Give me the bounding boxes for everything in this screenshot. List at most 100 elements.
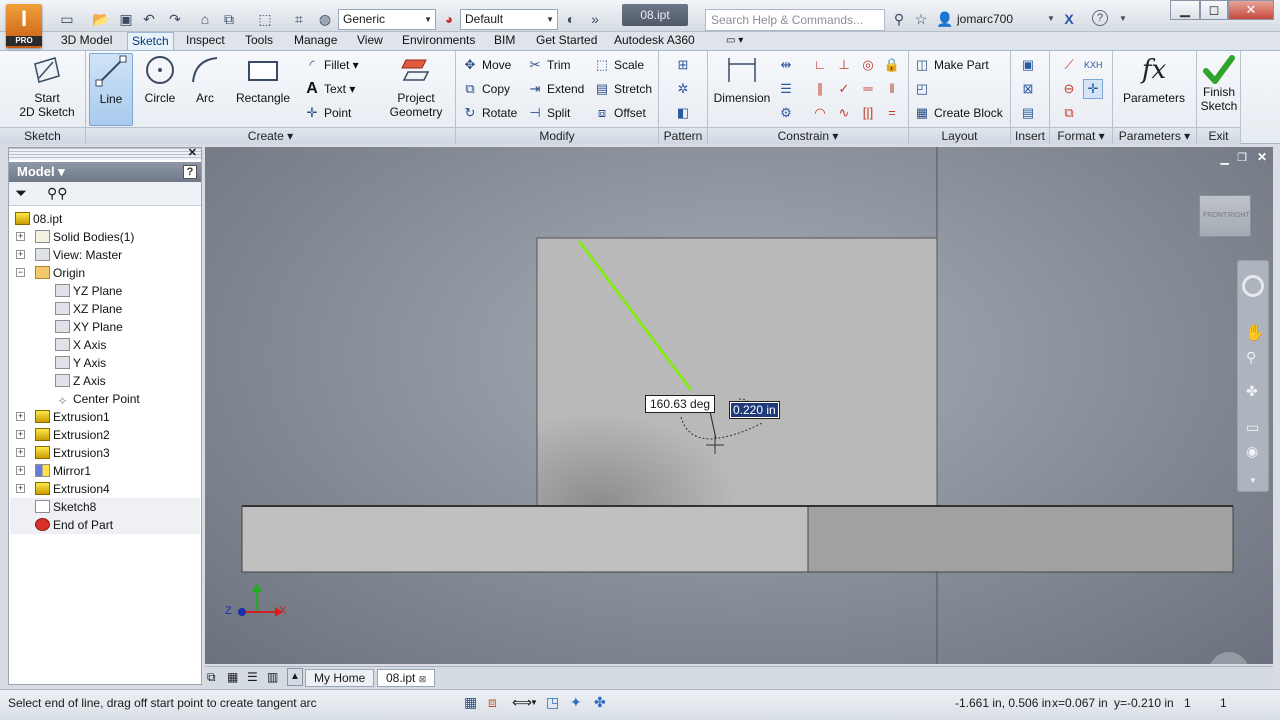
tab-environments[interactable]: Environments: [398, 32, 479, 50]
angle-dimension-field[interactable]: 160.63 deg: [645, 395, 716, 413]
panel-title-format[interactable]: Format ▾: [1050, 127, 1112, 144]
tile-windows-icon[interactable]: ⧉: [207, 670, 216, 685]
smooth-constraint-icon[interactable]: ∿: [834, 103, 854, 123]
coincident-constraint-icon[interactable]: ⊥: [834, 55, 854, 75]
expand-icon[interactable]: +: [16, 232, 25, 241]
line-button[interactable]: Line: [89, 53, 133, 126]
arrange-vertical-icon[interactable]: ▥: [267, 670, 278, 684]
show-motion-icon[interactable]: ◉: [1246, 443, 1258, 460]
viewport-restore-icon[interactable]: ❐: [1237, 151, 1247, 164]
measure-icon[interactable]: ⌗: [290, 10, 308, 28]
insert-acad-icon[interactable]: ▤: [1018, 103, 1038, 123]
fix-constraint-icon[interactable]: 🔒: [882, 55, 902, 75]
rectangle-button[interactable]: Rectangle: [232, 53, 294, 105]
panel-title-constrain[interactable]: Constrain ▾: [708, 127, 908, 144]
tab-inspect[interactable]: Inspect: [182, 32, 229, 50]
text-button[interactable]: A Text ▾: [304, 79, 355, 99]
find-binoculars-icon[interactable]: ⚲⚲: [47, 185, 68, 202]
trim-button[interactable]: ✂ Trim: [527, 55, 571, 75]
circular-pattern-icon[interactable]: ✲: [673, 79, 693, 99]
extend-button[interactable]: ⇥ Extend: [527, 79, 585, 99]
tree-node-yz-plane[interactable]: YZ Plane: [55, 282, 122, 300]
expand-icon[interactable]: +: [16, 430, 25, 439]
start-2d-sketch-button[interactable]: Start 2D Sketch: [14, 53, 80, 119]
close-icon[interactable]: ⊠: [419, 674, 427, 684]
chevron-down-icon[interactable]: ▼: [1114, 10, 1132, 28]
tree-node-extrusion1[interactable]: Extrusion1: [35, 408, 110, 426]
chevron-down-icon[interactable]: ▼: [1249, 476, 1257, 485]
concentric-constraint-icon[interactable]: ◎: [858, 55, 878, 75]
help-icon[interactable]: ?: [183, 165, 197, 179]
material-select[interactable]: Generic ▼: [338, 9, 436, 30]
new-file-icon[interactable]: ▭: [58, 10, 76, 28]
tab-bim[interactable]: BIM: [490, 32, 519, 50]
look-at-icon[interactable]: ▭: [1246, 419, 1259, 436]
perpendicular-constraint-icon[interactable]: ∟: [810, 55, 830, 75]
make-components-button[interactable]: ◰: [914, 79, 934, 99]
graphics-window[interactable]: 160.63 deg 0.220 in Z X ▁ ❐ ✕ FRONT RIGH…: [205, 147, 1273, 664]
pan-icon[interactable]: ✋: [1245, 323, 1265, 343]
tree-node-x-axis[interactable]: X Axis: [55, 336, 106, 354]
relax-mode-icon[interactable]: ✤: [594, 694, 606, 711]
material-icon[interactable]: ◍: [316, 10, 334, 28]
vertical-constraint-icon[interactable]: ‖: [882, 79, 902, 99]
tab-view[interactable]: View: [353, 32, 387, 50]
collinear-constraint-icon[interactable]: ✓: [834, 79, 854, 99]
stretch-button[interactable]: ▤ Stretch: [594, 79, 652, 99]
split-button[interactable]: ⊣ Split: [527, 103, 570, 123]
select-icon[interactable]: ⬚: [256, 10, 274, 28]
make-part-button[interactable]: ◫ Make Part: [914, 55, 989, 75]
parameters-button[interactable]: fx Parameters: [1120, 53, 1188, 105]
tree-node-y-axis[interactable]: Y Axis: [55, 354, 106, 372]
home-icon[interactable]: ⌂: [196, 10, 214, 28]
tree-node-origin[interactable]: Origin: [35, 264, 85, 282]
document-list-icon[interactable]: ▲: [287, 668, 303, 686]
constraint-inference-icon[interactable]: ⧈: [488, 694, 497, 711]
create-block-button[interactable]: ▦ Create Block: [914, 103, 1003, 123]
tab-08-ipt[interactable]: 08.ipt ⊠: [377, 669, 436, 687]
cascade-icon[interactable]: ▦: [227, 670, 238, 684]
tree-node-z-axis[interactable]: Z Axis: [55, 372, 106, 390]
tree-node-solid-bodies[interactable]: Solid Bodies(1): [35, 228, 134, 246]
constraint-settings-icon[interactable]: ⚙: [776, 103, 796, 123]
search-input[interactable]: Search Help & Commands...: [705, 9, 885, 31]
symmetric-constraint-icon[interactable]: [|]: [858, 103, 878, 123]
tree-node-mirror1[interactable]: Mirror1: [35, 462, 91, 480]
maximize-window-button[interactable]: ◻: [1200, 0, 1228, 20]
steering-wheel-icon[interactable]: [1242, 275, 1264, 297]
save-icon[interactable]: ▣: [117, 10, 135, 28]
qat-overflow-icon[interactable]: »: [586, 10, 604, 28]
auto-dimension-icon[interactable]: ⇹: [776, 55, 796, 75]
arc-button[interactable]: Arc: [184, 53, 226, 105]
open-file-icon[interactable]: 📂: [92, 10, 110, 28]
copy-button[interactable]: ⧉ Copy: [462, 79, 510, 99]
tree-node-xz-plane[interactable]: XZ Plane: [55, 300, 122, 318]
tree-node-extrusion4[interactable]: Extrusion4: [35, 480, 110, 498]
viewcube[interactable]: FRONT RIGHT: [1199, 195, 1251, 237]
horizontal-constraint-icon[interactable]: ═: [858, 79, 878, 99]
length-dimension-input[interactable]: 0.220 in: [729, 401, 780, 419]
appearance-select[interactable]: Default ▼: [460, 9, 558, 30]
parallel-constraint-icon[interactable]: ∥: [810, 79, 830, 99]
circle-button[interactable]: Circle: [138, 53, 182, 105]
panel-title-parameters[interactable]: Parameters ▾: [1113, 127, 1196, 144]
tab-sketch[interactable]: Sketch: [127, 32, 174, 50]
offset-button[interactable]: ⧈ Offset: [594, 103, 646, 123]
browser-header[interactable]: Model ▾ ?: [9, 162, 201, 182]
degrees-of-freedom-icon[interactable]: ✦: [570, 694, 582, 711]
collapse-icon[interactable]: −: [16, 268, 25, 277]
tab-manage[interactable]: Manage: [290, 32, 341, 50]
zoom-icon[interactable]: ⚲: [1246, 349, 1256, 366]
favorites-star-icon[interactable]: ☆: [912, 10, 930, 28]
close-window-button[interactable]: ✕: [1228, 0, 1274, 20]
search-tool-icon[interactable]: ⚲: [890, 10, 908, 28]
panel-title-create[interactable]: Create ▾: [86, 127, 455, 144]
application-menu-button[interactable]: I PRO: [6, 4, 42, 48]
rectangular-pattern-icon[interactable]: ⊞: [673, 55, 693, 75]
tree-node-sketch8[interactable]: Sketch8: [35, 498, 96, 516]
grid-snap-icon[interactable]: ▦: [464, 694, 477, 711]
insert-points-icon[interactable]: ⊠: [1018, 79, 1038, 99]
expand-icon[interactable]: +: [16, 466, 25, 475]
fillet-button[interactable]: ◜ Fillet ▾: [304, 55, 358, 75]
minimize-window-button[interactable]: ▁: [1170, 0, 1200, 20]
